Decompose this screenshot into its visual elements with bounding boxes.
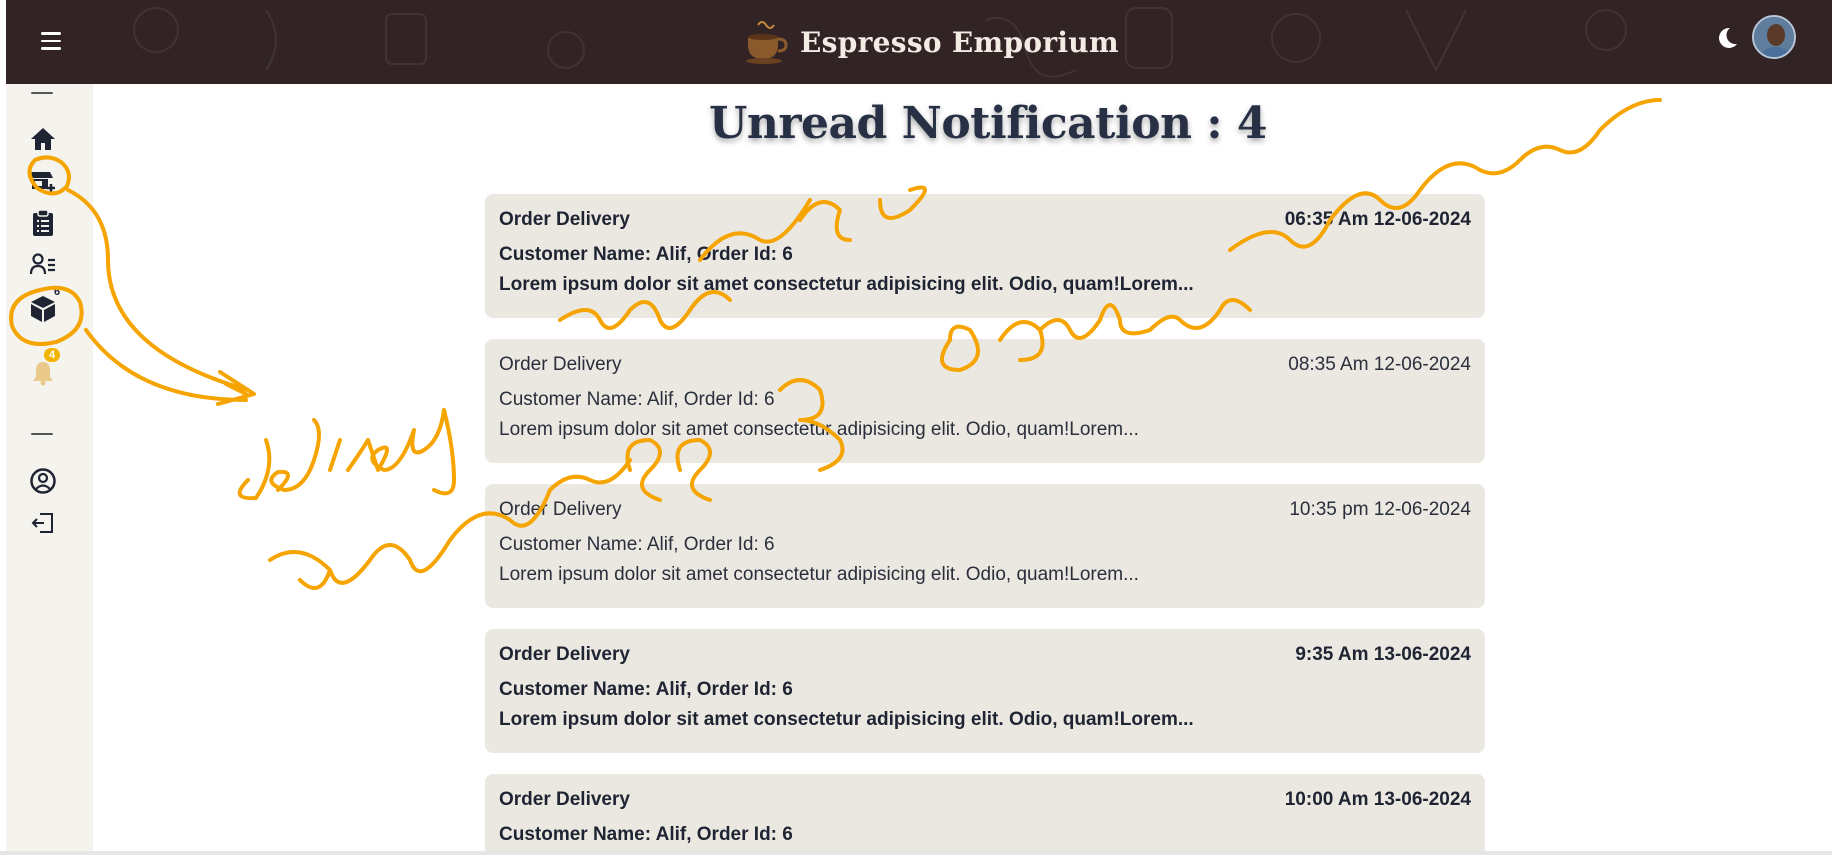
- notification-time: 9:35 Am 13-06-2024: [1295, 644, 1471, 665]
- menu-bar: [41, 32, 61, 35]
- deliveries-badge: 6: [54, 286, 61, 298]
- user-list-icon: [29, 253, 55, 275]
- theme-toggle-button[interactable]: [1712, 24, 1740, 52]
- top-header: Espresso Emporium: [6, 0, 1832, 84]
- notification-message: Lorem ipsum dolor sit amet consectetur a…: [499, 564, 1139, 585]
- notification-card[interactable]: Order Delivery 10:35 pm 12-06-2024 Custo…: [485, 484, 1485, 608]
- app-page: Espresso Emporium 6 4 Unread Notificatio…: [6, 0, 1832, 855]
- sidebar: 6 4: [6, 84, 93, 855]
- notification-customer: Customer Name: Alif, Order Id: 6: [499, 534, 775, 555]
- notification-time: 10:00 Am 13-06-2024: [1284, 789, 1471, 810]
- brand[interactable]: Espresso Emporium: [744, 12, 1119, 72]
- sidebar-item-home[interactable]: [28, 124, 58, 154]
- notification-title: Order Delivery: [499, 209, 630, 230]
- home-icon: [31, 128, 55, 150]
- brand-title: Espresso Emporium: [800, 25, 1119, 59]
- notification-title: Order Delivery: [499, 644, 630, 665]
- sidebar-item-orders[interactable]: [28, 208, 58, 238]
- notification-card[interactable]: Order Delivery 08:35 Am 12-06-2024 Custo…: [485, 339, 1485, 463]
- coffee-cup-logo-icon: [746, 21, 788, 64]
- store-plus-icon: [29, 172, 55, 192]
- notification-message: Lorem ipsum dolor sit amet consectetur a…: [499, 419, 1139, 440]
- page-title: Unread Notification : 4: [708, 98, 1268, 149]
- clipboard-list-icon: [33, 209, 53, 236]
- notification-customer: Customer Name: Alif, Order Id: 6: [499, 824, 793, 845]
- user-circle-icon: [30, 468, 56, 494]
- notifications-badge: 4: [44, 348, 61, 362]
- sidebar-item-notifications[interactable]: 4: [28, 348, 61, 388]
- moon-icon: [1719, 27, 1737, 48]
- notification-customer: Customer Name: Alif, Order Id: 6: [499, 244, 793, 265]
- notification-title: Order Delivery: [499, 354, 622, 375]
- notification-customer: Customer Name: Alif, Order Id: 6: [499, 389, 775, 410]
- hamburger-menu-button[interactable]: [34, 24, 68, 58]
- sidebar-item-deliveries[interactable]: 6: [28, 286, 60, 324]
- user-avatar[interactable]: [1752, 15, 1796, 59]
- box-icon: [31, 296, 55, 322]
- notification-time: 08:35 Am 12-06-2024: [1288, 354, 1471, 375]
- notification-message: Lorem ipsum dolor sit amet consectetur a…: [499, 274, 1194, 295]
- sidebar-item-profile[interactable]: [28, 466, 58, 496]
- menu-bar: [41, 47, 61, 50]
- notification-title: Order Delivery: [499, 789, 630, 810]
- notification-card[interactable]: Order Delivery 9:35 Am 13-06-2024 Custom…: [485, 629, 1485, 753]
- notification-message: Lorem ipsum dolor sit amet consectetur a…: [499, 709, 1194, 730]
- sidebar-divider: [31, 433, 53, 435]
- notification-card[interactable]: Order Delivery 10:00 Am 13-06-2024 Custo…: [485, 774, 1485, 851]
- page-bottom-border: [0, 851, 1832, 855]
- notification-time: 10:35 pm 12-06-2024: [1289, 499, 1471, 520]
- menu-bar: [41, 39, 61, 43]
- notification-time: 06:35 Am 12-06-2024: [1284, 209, 1471, 230]
- sidebar-item-add-store[interactable]: [28, 166, 58, 196]
- logout-icon: [31, 513, 53, 533]
- notification-card[interactable]: Order Delivery 06:35 Am 12-06-2024 Custo…: [485, 194, 1485, 318]
- sidebar-item-users[interactable]: [28, 250, 58, 280]
- sidebar-divider: [31, 92, 53, 94]
- notification-customer: Customer Name: Alif, Order Id: 6: [499, 679, 793, 700]
- notification-title: Order Delivery: [499, 499, 622, 520]
- sidebar-item-logout[interactable]: [28, 508, 58, 538]
- bell-icon: [33, 362, 53, 386]
